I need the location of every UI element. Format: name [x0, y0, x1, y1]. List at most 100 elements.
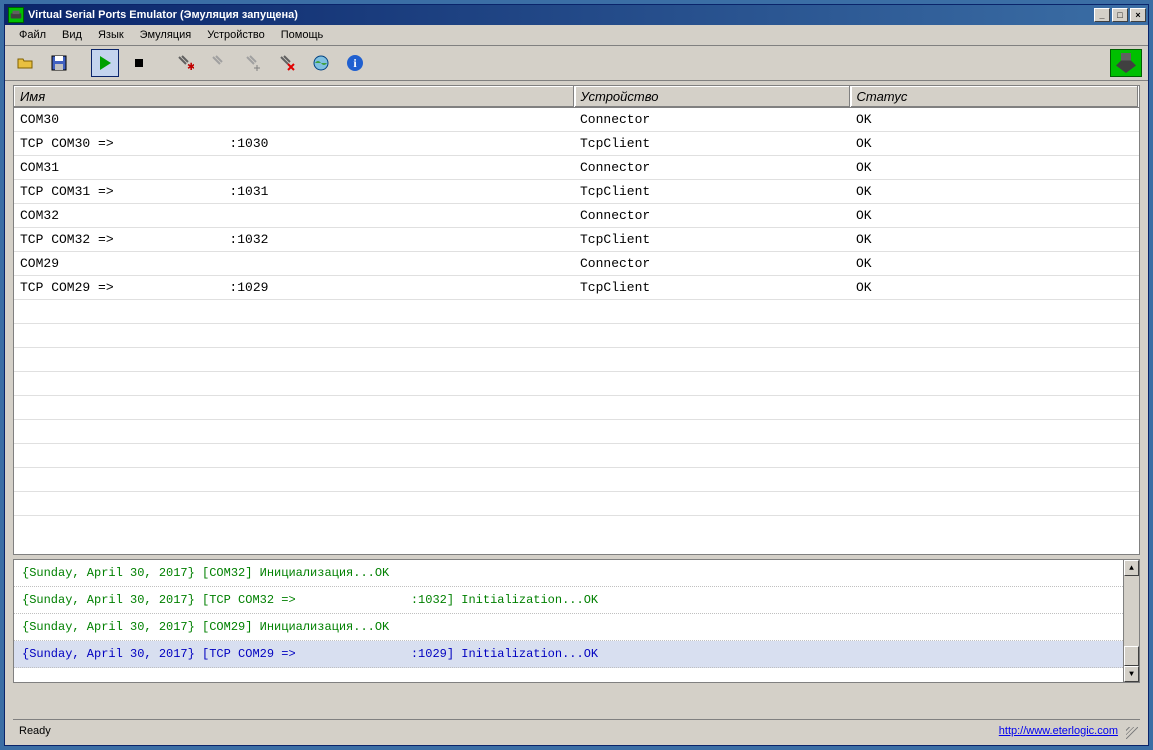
table-row-empty — [14, 348, 1139, 372]
redacted-ip — [121, 137, 229, 151]
scroll-up-icon[interactable]: ▲ — [1124, 560, 1139, 576]
maximize-button[interactable]: □ — [1112, 8, 1128, 22]
play-icon — [96, 54, 114, 72]
log-line[interactable]: {Sunday, April 30, 2017} [TCP COM29 => :… — [14, 641, 1139, 668]
info-icon: i — [346, 54, 364, 72]
device-button-2[interactable] — [205, 49, 233, 77]
device-button-3[interactable] — [239, 49, 267, 77]
globe-button[interactable] — [307, 49, 335, 77]
table-row[interactable]: TCP COM32 => :1032TcpClientOK — [14, 228, 1139, 252]
table-row[interactable]: COM29ConnectorOK — [14, 252, 1139, 276]
cell-status: OK — [850, 252, 1139, 276]
redacted-ip — [303, 593, 411, 607]
redacted-ip — [121, 185, 229, 199]
column-header-device[interactable]: Устройство — [574, 86, 850, 108]
window-title: Virtual Serial Ports Emulator (Эмуляция … — [28, 9, 1092, 21]
log-line[interactable]: {Sunday, April 30, 2017} [TCP COM32 => :… — [14, 587, 1139, 614]
stop-button[interactable] — [125, 49, 153, 77]
close-button[interactable]: × — [1130, 8, 1146, 22]
table-row[interactable]: COM32ConnectorOK — [14, 204, 1139, 228]
menu-file[interactable]: Файл — [11, 27, 54, 43]
logo-icon — [1110, 49, 1142, 77]
cell-name: TCP COM30 => :1030 — [14, 132, 574, 156]
titlebar: Virtual Serial Ports Emulator (Эмуляция … — [5, 5, 1148, 25]
menu-language[interactable]: Язык — [90, 27, 132, 43]
cell-device: TcpClient — [574, 180, 850, 204]
status-text: Ready — [19, 725, 999, 737]
main-window: Virtual Serial Ports Emulator (Эмуляция … — [4, 4, 1149, 746]
cell-status: OK — [850, 180, 1139, 204]
log-panel: {Sunday, April 30, 2017} [COM32] Инициал… — [13, 559, 1140, 683]
cell-status: OK — [850, 132, 1139, 156]
cell-name: COM30 — [14, 108, 574, 132]
cell-status: OK — [850, 156, 1139, 180]
resize-grip[interactable] — [1126, 727, 1138, 739]
cell-device: Connector — [574, 156, 850, 180]
table-row[interactable]: COM30ConnectorOK — [14, 108, 1139, 132]
menu-help[interactable]: Помощь — [273, 27, 332, 43]
table-row[interactable]: TCP COM31 => :1031TcpClientOK — [14, 180, 1139, 204]
scroll-down-icon[interactable]: ▼ — [1124, 666, 1139, 682]
plug-add-icon: ✱ — [176, 54, 194, 72]
website-link[interactable]: http://www.eterlogic.com — [999, 725, 1118, 737]
plug-config-icon — [244, 54, 262, 72]
redacted-ip — [303, 647, 411, 661]
table-row-empty — [14, 324, 1139, 348]
save-button[interactable] — [45, 49, 73, 77]
redacted-ip — [121, 281, 229, 295]
cell-device: Connector — [574, 204, 850, 228]
table-row-empty — [14, 396, 1139, 420]
cell-status: OK — [850, 276, 1139, 300]
floppy-icon — [50, 54, 68, 72]
plug-delete-icon — [278, 54, 296, 72]
cell-status: OK — [850, 108, 1139, 132]
column-header-name[interactable]: Имя — [14, 86, 574, 108]
cell-device: Connector — [574, 252, 850, 276]
cell-status: OK — [850, 228, 1139, 252]
cell-name: TCP COM32 => :1032 — [14, 228, 574, 252]
log-line[interactable]: {Sunday, April 30, 2017} [COM32] Инициал… — [14, 560, 1139, 587]
table-row-empty — [14, 372, 1139, 396]
cell-status: OK — [850, 204, 1139, 228]
table-row-empty — [14, 444, 1139, 468]
log-line[interactable]: {Sunday, April 30, 2017} [COM29] Инициал… — [14, 614, 1139, 641]
table-row-empty — [14, 300, 1139, 324]
table-row-empty — [14, 468, 1139, 492]
info-button[interactable]: i — [341, 49, 369, 77]
svg-text:✱: ✱ — [187, 62, 194, 72]
cell-name: TCP COM29 => :1029 — [14, 276, 574, 300]
folder-open-icon — [16, 54, 34, 72]
table-row[interactable]: TCP COM29 => :1029TcpClientOK — [14, 276, 1139, 300]
plug-icon — [210, 54, 228, 72]
remove-device-button[interactable] — [273, 49, 301, 77]
cell-device: TcpClient — [574, 276, 850, 300]
cell-name: COM31 — [14, 156, 574, 180]
cell-name: TCP COM31 => :1031 — [14, 180, 574, 204]
redacted-ip — [121, 233, 229, 247]
app-icon — [8, 7, 24, 23]
cell-name: COM32 — [14, 204, 574, 228]
add-device-button[interactable]: ✱ — [171, 49, 199, 77]
menu-device[interactable]: Устройство — [199, 27, 273, 43]
cell-device: TcpClient — [574, 228, 850, 252]
menu-emulation[interactable]: Эмуляция — [132, 27, 200, 43]
stop-icon — [130, 54, 148, 72]
cell-name: COM29 — [14, 252, 574, 276]
cell-device: Connector — [574, 108, 850, 132]
play-button[interactable] — [91, 49, 119, 77]
toolbar: ✱ i — [5, 46, 1148, 81]
devices-table: Имя Устройство Статус COM30ConnectorOKTC… — [13, 85, 1140, 555]
table-row[interactable]: COM31ConnectorOK — [14, 156, 1139, 180]
log-scrollbar[interactable]: ▲ ▼ — [1123, 560, 1139, 682]
table-row-empty — [14, 420, 1139, 444]
open-button[interactable] — [11, 49, 39, 77]
table-row-empty — [14, 492, 1139, 516]
column-header-status[interactable]: Статус — [850, 86, 1139, 108]
scroll-thumb[interactable] — [1124, 646, 1139, 666]
menubar: Файл Вид Язык Эмуляция Устройство Помощь — [5, 25, 1148, 46]
table-row[interactable]: TCP COM30 => :1030TcpClientOK — [14, 132, 1139, 156]
menu-view[interactable]: Вид — [54, 27, 90, 43]
cell-device: TcpClient — [574, 132, 850, 156]
statusbar: Ready http://www.eterlogic.com — [13, 719, 1140, 741]
minimize-button[interactable]: _ — [1094, 8, 1110, 22]
